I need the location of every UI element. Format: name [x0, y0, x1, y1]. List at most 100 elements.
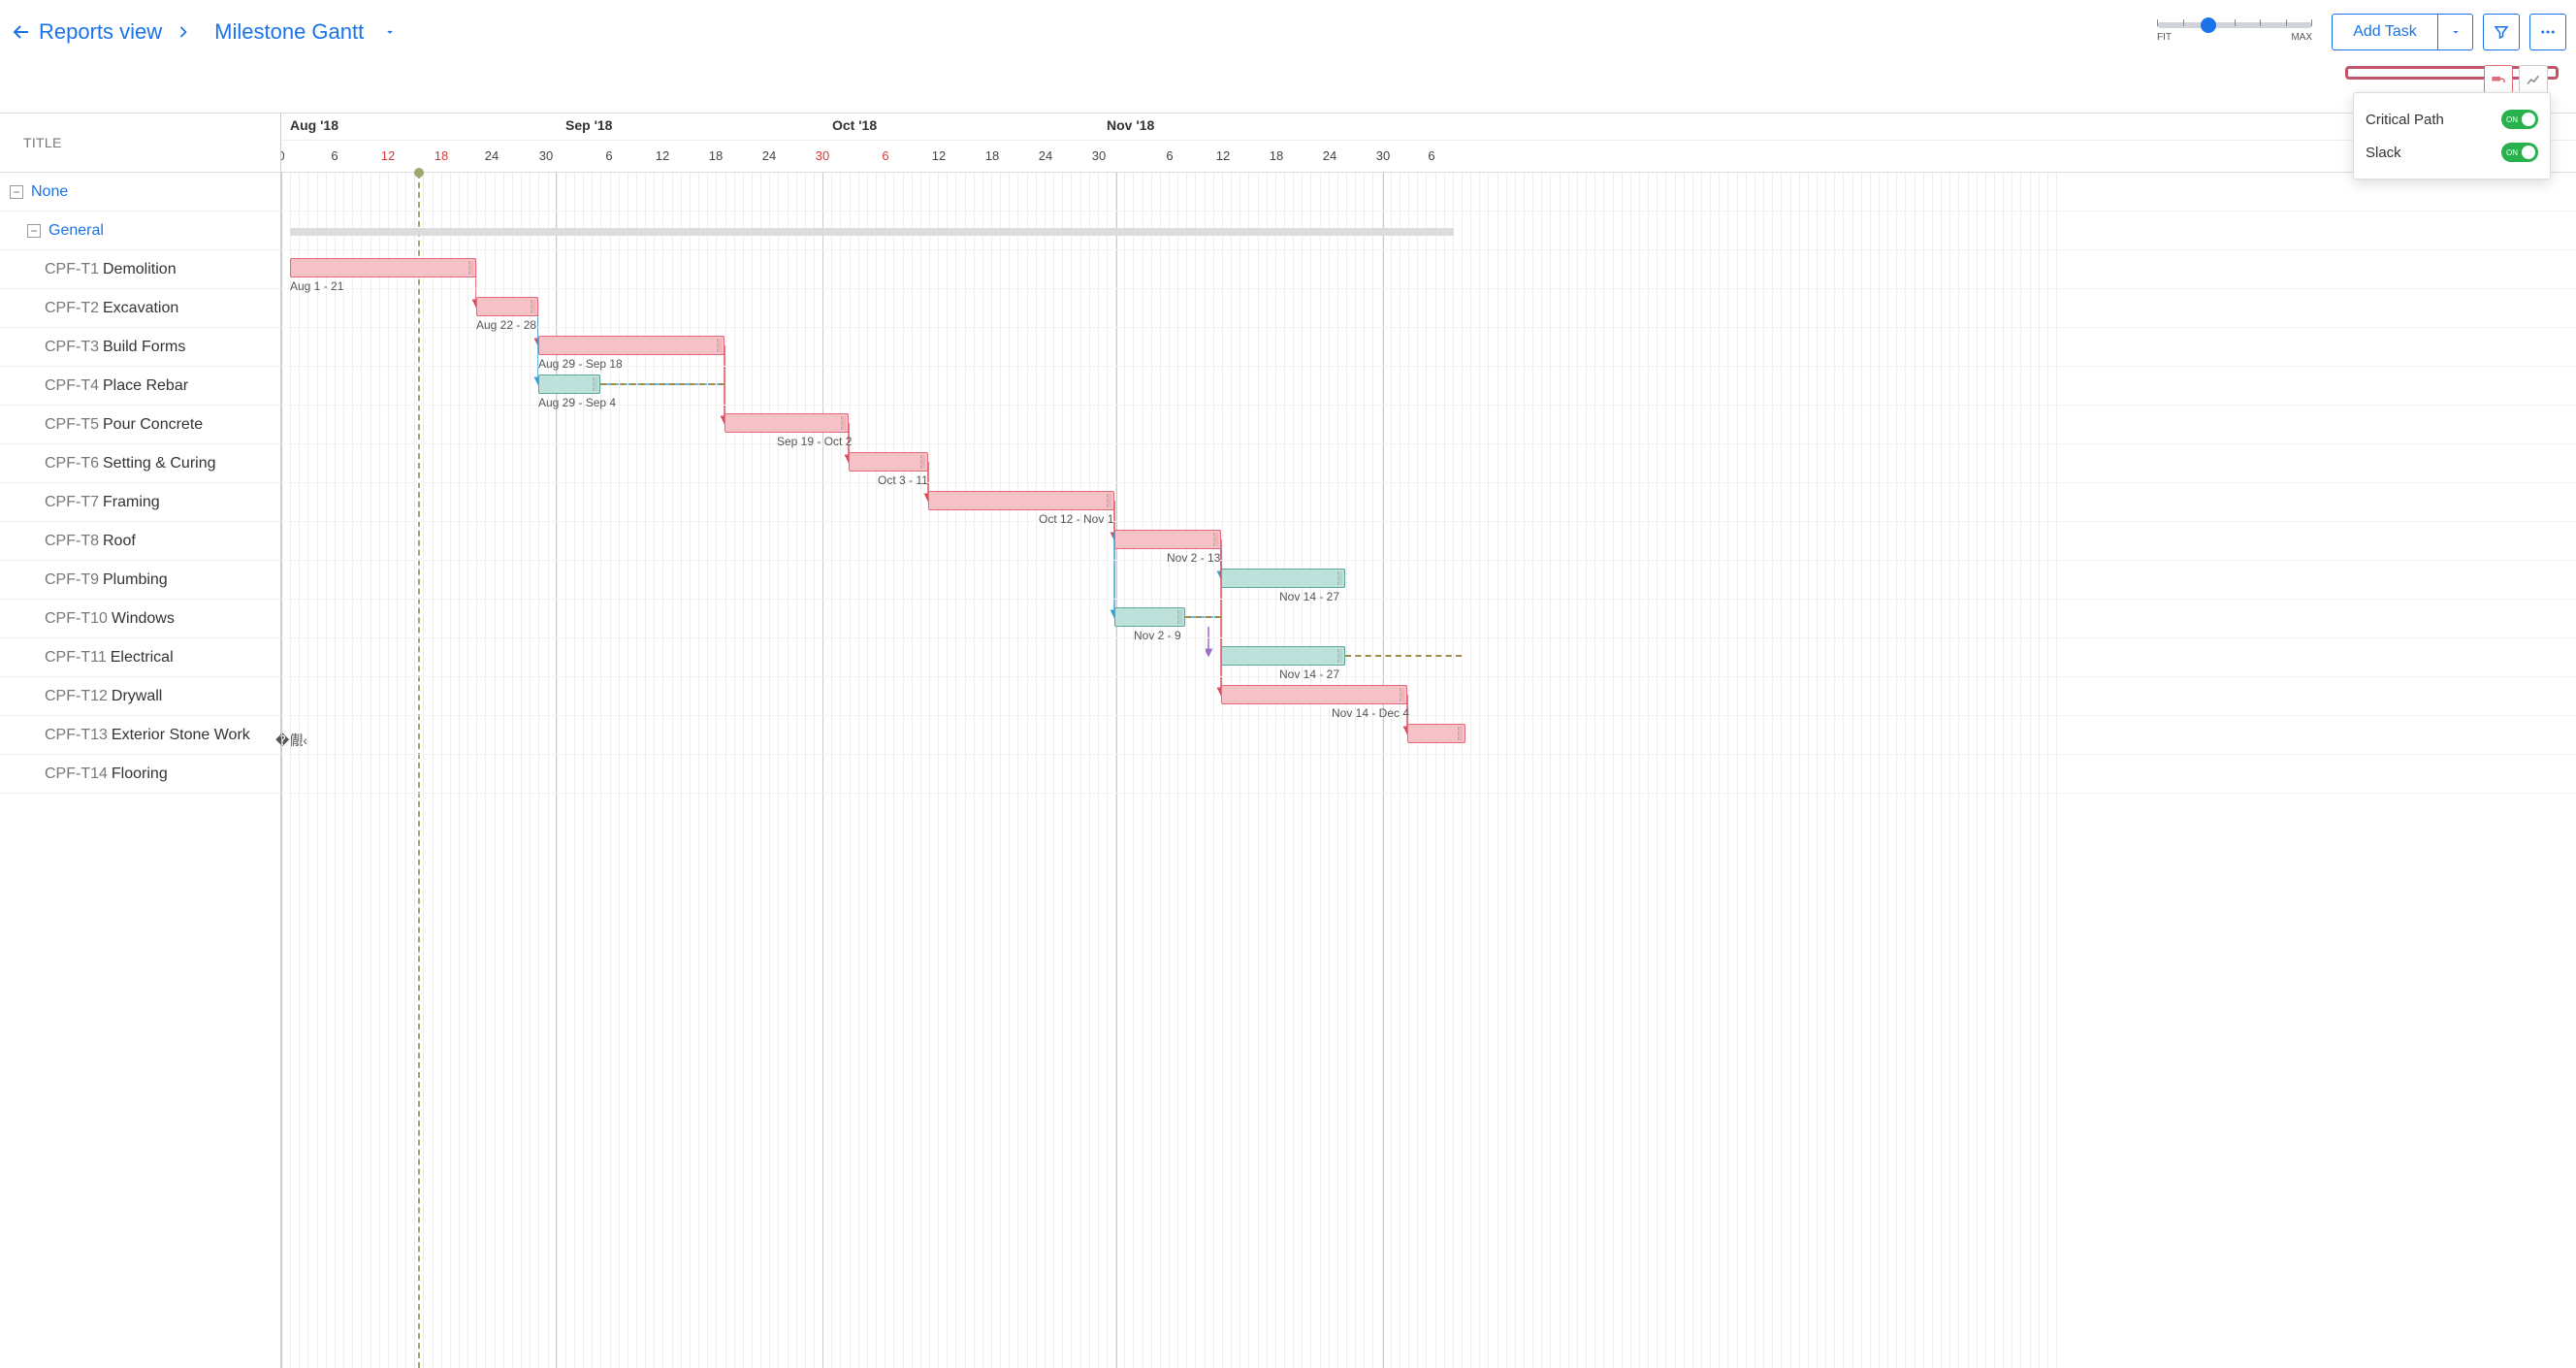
group-summary-bar[interactable] — [290, 228, 1454, 236]
top-toolbar: Reports view Milestone Gantt FIT MAX Add… — [0, 0, 2576, 64]
task-row[interactable]: CPF-T14Flooring — [0, 755, 280, 794]
gantt-row: Nov 2 - 13 — [281, 522, 2576, 561]
slack-line — [1345, 655, 1462, 657]
gantt-chart[interactable]: Aug 1 - 21Aug 22 - 28Aug 29 - Sep 18Aug … — [281, 173, 2576, 1368]
zoom-handle[interactable] — [2201, 17, 2216, 33]
task-row[interactable]: CPF-T7Framing — [0, 483, 280, 522]
day-label: 12 — [932, 148, 946, 163]
task-id: CPF-T2 — [45, 300, 99, 317]
day-label: 30 — [1092, 148, 1106, 163]
group-none[interactable]: None — [31, 183, 68, 201]
day-label: 30 — [816, 148, 829, 163]
task-row[interactable]: CPF-T9Plumbing — [0, 561, 280, 600]
gantt-bar[interactable] — [1114, 530, 1221, 549]
popover-row-critical-path: Critical Path ON — [2366, 103, 2538, 136]
task-id: CPF-T6 — [45, 455, 99, 472]
month-label: Aug '18 — [290, 117, 338, 133]
task-id: CPF-T1 — [45, 261, 99, 278]
day-label: 18 — [1270, 148, 1283, 163]
task-tree: −None−GeneralCPF-T1DemolitionCPF-T2Excav… — [0, 173, 280, 794]
zoom-fit-label: FIT — [2157, 32, 2172, 43]
collapse-toggle[interactable]: − — [10, 185, 23, 199]
chevron-right-icon — [174, 22, 193, 42]
gantt-bar[interactable] — [849, 452, 928, 472]
zoom-slider[interactable]: FIT MAX — [2157, 22, 2312, 43]
task-row[interactable]: CPF-T5Pour Concrete — [0, 406, 280, 444]
task-list-pane: TITLE −None−GeneralCPF-T1DemolitionCPF-T… — [0, 113, 281, 1368]
day-label: 6 — [605, 148, 612, 163]
gantt-row — [281, 716, 2576, 755]
gantt-bar[interactable] — [1221, 569, 1345, 588]
gantt-bar[interactable] — [538, 336, 724, 355]
filter-icon — [2493, 23, 2510, 41]
day-label: 24 — [762, 148, 776, 163]
group-general[interactable]: General — [48, 222, 104, 240]
gantt-row — [281, 212, 2576, 250]
zoom-track — [2157, 22, 2312, 28]
month-label: Nov '18 — [1107, 117, 1154, 133]
task-id: CPF-T5 — [45, 416, 99, 434]
gantt-bar[interactable] — [476, 297, 538, 316]
task-row[interactable]: CPF-T11Electrical — [0, 638, 280, 677]
gantt-bar[interactable] — [290, 258, 476, 277]
gantt-bar[interactable] — [928, 491, 1114, 510]
day-label: 24 — [485, 148, 499, 163]
day-label: 6 — [331, 148, 338, 163]
task-id: CPF-T7 — [45, 494, 99, 511]
add-task-button[interactable]: Add Task — [2332, 14, 2438, 50]
gantt-bar[interactable] — [538, 375, 600, 394]
add-task-dropdown[interactable] — [2438, 14, 2473, 50]
task-row[interactable]: CPF-T12Drywall — [0, 677, 280, 716]
task-row[interactable]: CPF-T4Place Rebar — [0, 367, 280, 406]
zoom-max-label: MAX — [2291, 32, 2312, 43]
filter-button[interactable] — [2483, 14, 2520, 50]
task-row[interactable]: CPF-T10Windows — [0, 600, 280, 638]
main-split: TITLE −None−GeneralCPF-T1DemolitionCPF-T… — [0, 113, 2576, 1368]
gantt-bar[interactable] — [724, 413, 849, 433]
gantt-bar[interactable] — [1407, 724, 1465, 743]
gantt-row: Oct 3 - 11 — [281, 444, 2576, 483]
gantt-bar[interactable] — [1221, 685, 1407, 704]
gantt-row: Nov 14 - 27 — [281, 638, 2576, 677]
task-id: CPF-T11 — [45, 649, 107, 667]
back-arrow-icon[interactable] — [10, 20, 33, 44]
day-label: 6 — [882, 148, 888, 163]
collapse-toggle[interactable]: − — [27, 224, 41, 238]
task-name: Plumbing — [103, 571, 168, 589]
day-label: 30 — [1376, 148, 1390, 163]
critical-path-toggle[interactable]: ON — [2501, 110, 2538, 129]
task-row[interactable]: CPF-T2Excavation — [0, 289, 280, 328]
slack-label: Slack — [2366, 145, 2401, 161]
task-name: Framing — [103, 494, 160, 511]
task-row[interactable]: CPF-T6Setting & Curing — [0, 444, 280, 483]
task-row[interactable]: CPF-T1Demolition — [0, 250, 280, 289]
gantt-bar[interactable] — [1114, 607, 1185, 627]
task-row[interactable]: CPF-T3Build Forms — [0, 328, 280, 367]
add-task-group: Add Task — [2332, 14, 2473, 50]
critical-path-toggle-button[interactable] — [2484, 65, 2513, 94]
gantt-bar[interactable] — [1221, 646, 1345, 666]
month-label: Sep '18 — [565, 117, 612, 133]
task-row[interactable]: CPF-T8Roof — [0, 522, 280, 561]
task-name: Pour Concrete — [103, 416, 203, 434]
day-label: 18 — [435, 148, 448, 163]
task-name: Electrical — [111, 649, 174, 667]
task-name: Build Forms — [103, 339, 185, 356]
day-label: 6 — [1166, 148, 1173, 163]
view-selector[interactable]: Milestone Gantt — [214, 19, 397, 45]
gantt-pane[interactable]: Aug '18Sep '18Oct '18Nov '18 06121824306… — [281, 113, 2576, 1368]
task-name: Demolition — [103, 261, 177, 278]
gantt-row: Nov 14 - Dec 4 — [281, 677, 2576, 716]
gantt-row: Oct 12 - Nov 1 — [281, 483, 2576, 522]
gantt-row: Nov 2 - 9 — [281, 600, 2576, 638]
critical-path-icon — [2490, 71, 2507, 88]
task-id: CPF-T4 — [45, 377, 99, 395]
more-button[interactable] — [2529, 14, 2566, 50]
task-row[interactable]: CPF-T13Exterior Stone Work — [0, 716, 280, 755]
breadcrumb-reports[interactable]: Reports view — [39, 19, 162, 45]
month-label: Oct '18 — [832, 117, 877, 133]
day-label: 12 — [381, 148, 395, 163]
task-id: CPF-T3 — [45, 339, 99, 356]
slack-toggle[interactable]: ON — [2501, 143, 2538, 162]
baseline-toggle-button[interactable] — [2519, 65, 2548, 94]
